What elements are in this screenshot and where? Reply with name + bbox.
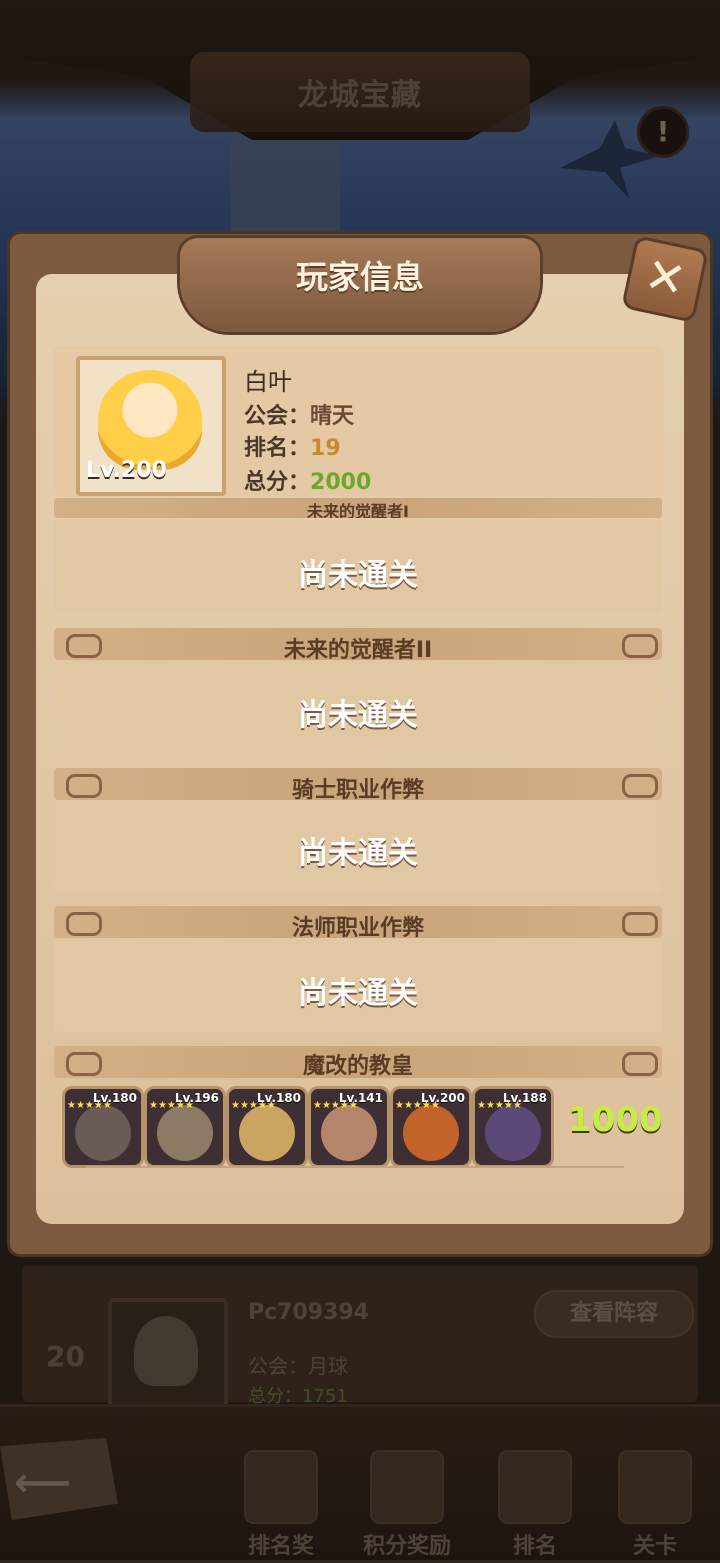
star-icon: ★★★★★ [149,1100,194,1111]
section-status: 尚未通关 [298,976,418,1011]
hero-card[interactable]: Lv.141 ★★★★★ [308,1086,390,1168]
character-portrait [98,370,202,470]
star-icon: ★★★★★ [313,1100,358,1111]
score-line: 总分：2000 [244,464,371,496]
section-status: 尚未通关 [298,558,418,593]
divider [86,1166,624,1168]
hero-portrait [75,1105,131,1161]
star-icon: ★★★★★ [67,1100,112,1111]
hero-card[interactable]: Lv.196 ★★★★★ [144,1086,226,1168]
hero-portrait [157,1105,213,1161]
hero-card[interactable]: Lv.180 ★★★★★ [226,1086,308,1168]
star-icon: ★★★★★ [231,1100,276,1111]
guild-label: 公会： [244,404,311,429]
rank-label: 排名： [244,436,311,461]
score-label: 总分： [244,470,311,495]
hero-portrait [239,1105,295,1161]
score-value: 2000 [310,470,372,495]
hero-card[interactable]: Lv.180 ★★★★★ [62,1086,144,1168]
section-status: 尚未通关 [298,698,418,733]
star-icon: ★★★★★ [395,1100,440,1111]
hero-card[interactable]: Lv.188 ★★★★★ [472,1086,554,1168]
section-title: 魔改的教皇 [302,1054,413,1079]
hero-card[interactable]: Lv.200 ★★★★★ [390,1086,472,1168]
modal-title: 玩家信息 [295,258,424,296]
level-badge: Lv.200 [86,458,167,483]
guild-line: 公会：晴天 [244,398,354,430]
player-name: 白叶 [244,368,292,396]
hero-portrait [485,1105,541,1161]
guild-value: 晴天 [310,404,355,429]
team-score: 1000 [568,1100,663,1140]
section-status: 尚未通关 [298,836,418,871]
close-button[interactable]: ✕ [621,235,709,323]
hero-portrait [321,1105,377,1161]
rank-value: 19 [310,436,341,461]
hero-portrait [403,1105,459,1161]
star-icon: ★★★★★ [477,1100,522,1111]
section-title: 未来的觉醒者I [307,502,409,518]
rank-line: 排名：19 [244,430,341,462]
